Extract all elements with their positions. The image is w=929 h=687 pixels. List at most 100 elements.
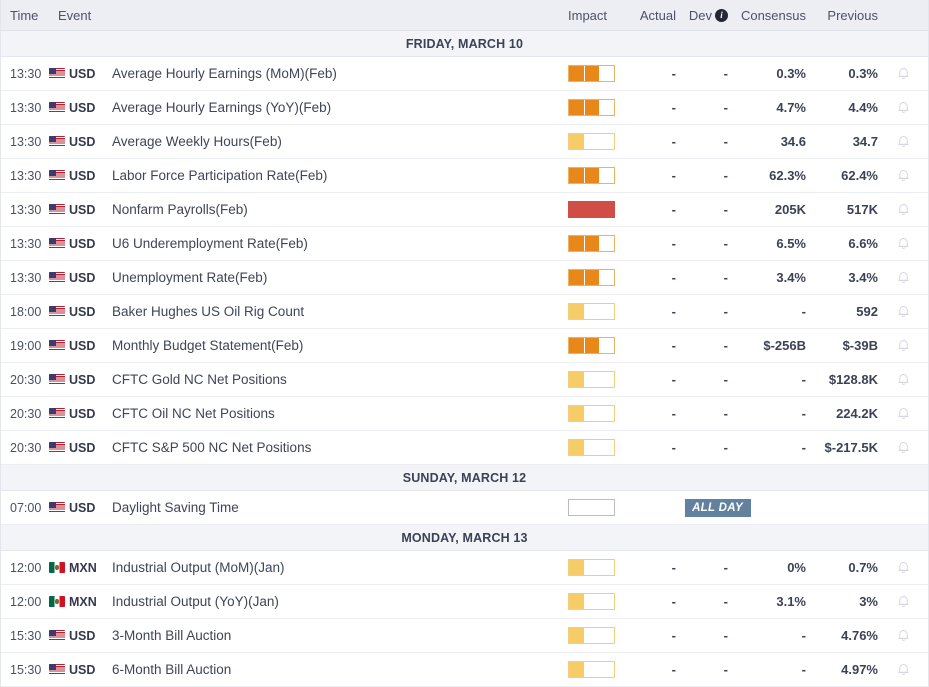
- event-name[interactable]: Average Weekly Hours(Feb): [107, 134, 568, 149]
- impact-bar-low[interactable]: [568, 371, 615, 388]
- impact-bar-medium[interactable]: [568, 65, 615, 82]
- impact-segment: [599, 66, 614, 81]
- calendar-event-row[interactable]: 13:30USDAverage Weekly Hours(Feb)--34.63…: [1, 125, 928, 159]
- event-name[interactable]: Industrial Output (YoY)(Jan): [107, 594, 568, 609]
- impact-segment: [569, 134, 584, 149]
- calendar-event-row[interactable]: 18:00USDBaker Hughes US Oil Rig Count---…: [1, 295, 928, 329]
- event-name[interactable]: CFTC Oil NC Net Positions: [107, 406, 568, 421]
- column-header-actual[interactable]: Actual: [630, 8, 676, 23]
- impact-segment: [599, 202, 614, 217]
- event-alert-button[interactable]: [878, 594, 928, 609]
- event-alert-button[interactable]: [878, 662, 928, 677]
- event-alert-button[interactable]: [878, 202, 928, 217]
- calendar-event-row[interactable]: 19:00USDMonthly Budget Statement(Feb)--$…: [1, 329, 928, 363]
- column-header-impact[interactable]: Impact: [568, 8, 630, 23]
- event-impact: [568, 439, 630, 456]
- impact-segment: [584, 66, 599, 81]
- event-name[interactable]: Daylight Saving Time: [107, 500, 568, 515]
- event-name[interactable]: Monthly Budget Statement(Feb): [107, 338, 568, 353]
- event-name[interactable]: Average Hourly Earnings (MoM)(Feb): [107, 66, 568, 81]
- calendar-event-row[interactable]: 12:00MXNIndustrial Output (MoM)(Jan)--0%…: [1, 551, 928, 585]
- impact-segment: [584, 134, 599, 149]
- calendar-event-row[interactable]: 13:30USDUnemployment Rate(Feb)--3.4%3.4%: [1, 261, 928, 295]
- event-name[interactable]: Average Hourly Earnings (YoY)(Feb): [107, 100, 568, 115]
- event-alert-button[interactable]: [878, 338, 928, 353]
- calendar-event-row[interactable]: 07:00USDDaylight Saving TimeALL DAY: [1, 491, 928, 525]
- calendar-event-row[interactable]: 13:30USDAverage Hourly Earnings (MoM)(Fe…: [1, 57, 928, 91]
- event-name[interactable]: U6 Underemployment Rate(Feb): [107, 236, 568, 251]
- impact-bar-medium[interactable]: [568, 235, 615, 252]
- event-alert-button[interactable]: [878, 270, 928, 285]
- impact-bar-low[interactable]: [568, 303, 615, 320]
- event-time: 19:00: [1, 339, 49, 353]
- column-header-dev-label: Dev: [689, 8, 712, 23]
- impact-bar-low[interactable]: [568, 627, 615, 644]
- calendar-event-row[interactable]: 20:30USDCFTC Gold NC Net Positions---$12…: [1, 363, 928, 397]
- event-alert-button[interactable]: [878, 66, 928, 81]
- event-impact: [568, 269, 630, 286]
- event-name[interactable]: CFTC S&P 500 NC Net Positions: [107, 440, 568, 455]
- event-name[interactable]: Unemployment Rate(Feb): [107, 270, 568, 285]
- impact-bar-low[interactable]: [568, 593, 615, 610]
- bell-glyph: [897, 662, 910, 677]
- column-header-time[interactable]: Time: [1, 8, 49, 23]
- event-alert-button[interactable]: [878, 168, 928, 183]
- event-alert-button[interactable]: [878, 440, 928, 455]
- impact-bar-medium[interactable]: [568, 269, 615, 286]
- calendar-event-row[interactable]: 15:30USD6-Month Bill Auction---4.97%: [1, 653, 928, 687]
- calendar-event-row[interactable]: 13:30USDNonfarm Payrolls(Feb)--205K517K: [1, 193, 928, 227]
- event-alert-button[interactable]: [878, 628, 928, 643]
- calendar-event-row[interactable]: 12:00MXNIndustrial Output (YoY)(Jan)--3.…: [1, 585, 928, 619]
- event-consensus: 0%: [728, 560, 806, 575]
- event-actual: -: [630, 134, 676, 149]
- column-header-previous[interactable]: Previous: [806, 8, 878, 23]
- impact-bar-medium[interactable]: [568, 99, 615, 116]
- impact-bar-low[interactable]: [568, 405, 615, 422]
- calendar-event-row[interactable]: 13:30USDU6 Underemployment Rate(Feb)--6.…: [1, 227, 928, 261]
- event-name[interactable]: 3-Month Bill Auction: [107, 628, 568, 643]
- calendar-event-row[interactable]: 13:30USDLabor Force Participation Rate(F…: [1, 159, 928, 193]
- impact-segment: [569, 100, 584, 115]
- event-previous: 0.7%: [806, 560, 878, 575]
- event-name[interactable]: Industrial Output (MoM)(Jan): [107, 560, 568, 575]
- impact-bar-low[interactable]: [568, 661, 615, 678]
- impact-bar-medium[interactable]: [568, 167, 615, 184]
- calendar-event-row[interactable]: 20:30USDCFTC S&P 500 NC Net Positions---…: [1, 431, 928, 465]
- event-previous: 4.97%: [806, 662, 878, 677]
- calendar-event-row[interactable]: 20:30USDCFTC Oil NC Net Positions---224.…: [1, 397, 928, 431]
- impact-bar-low[interactable]: [568, 439, 615, 456]
- column-header-dev[interactable]: Dev i: [676, 8, 728, 23]
- column-header-consensus[interactable]: Consensus: [728, 8, 806, 23]
- impact-bar-high[interactable]: [568, 201, 615, 218]
- impact-bar-low[interactable]: [568, 559, 615, 576]
- event-alert-button[interactable]: [878, 560, 928, 575]
- impact-segment: [599, 338, 614, 353]
- calendar-event-row[interactable]: 13:30USDAverage Hourly Earnings (YoY)(Fe…: [1, 91, 928, 125]
- column-header-event[interactable]: Event: [49, 8, 568, 23]
- impact-bar-medium[interactable]: [568, 337, 615, 354]
- event-alert-button[interactable]: [878, 100, 928, 115]
- event-name[interactable]: CFTC Gold NC Net Positions: [107, 372, 568, 387]
- event-impact: [568, 167, 630, 184]
- impact-bar-none[interactable]: [568, 499, 615, 516]
- event-alert-button[interactable]: [878, 134, 928, 149]
- event-alert-button[interactable]: [878, 236, 928, 251]
- event-name[interactable]: Baker Hughes US Oil Rig Count: [107, 304, 568, 319]
- event-impact: [568, 499, 630, 516]
- event-consensus: 62.3%: [728, 168, 806, 183]
- info-icon[interactable]: i: [715, 9, 728, 22]
- event-alert-button[interactable]: [878, 304, 928, 319]
- impact-segment: [569, 236, 584, 251]
- event-alert-button[interactable]: [878, 406, 928, 421]
- bell-glyph: [897, 440, 910, 455]
- event-name[interactable]: 6-Month Bill Auction: [107, 662, 568, 677]
- event-name[interactable]: Labor Force Participation Rate(Feb): [107, 168, 568, 183]
- event-name[interactable]: Nonfarm Payrolls(Feb): [107, 202, 568, 217]
- event-consensus: -: [728, 440, 806, 455]
- calendar-event-row[interactable]: 15:30USD3-Month Bill Auction---4.76%: [1, 619, 928, 653]
- impact-bar-low[interactable]: [568, 133, 615, 150]
- event-deviation: -: [676, 168, 728, 183]
- event-alert-button[interactable]: [878, 372, 928, 387]
- event-actual: -: [630, 406, 676, 421]
- event-impact: [568, 559, 630, 576]
